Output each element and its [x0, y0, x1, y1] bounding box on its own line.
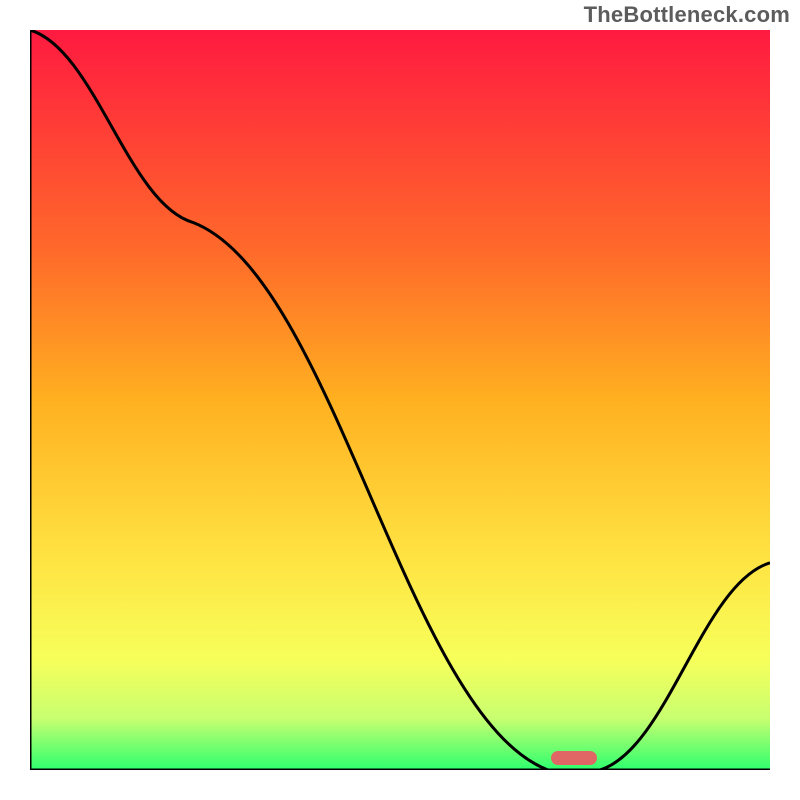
watermark-text: TheBottleneck.com: [584, 2, 790, 28]
gradient-background: [30, 30, 770, 770]
optimum-marker: [551, 751, 597, 765]
plot-svg: [30, 30, 770, 770]
plot-area: [30, 30, 770, 770]
bottleneck-chart: TheBottleneck.com: [0, 0, 800, 800]
